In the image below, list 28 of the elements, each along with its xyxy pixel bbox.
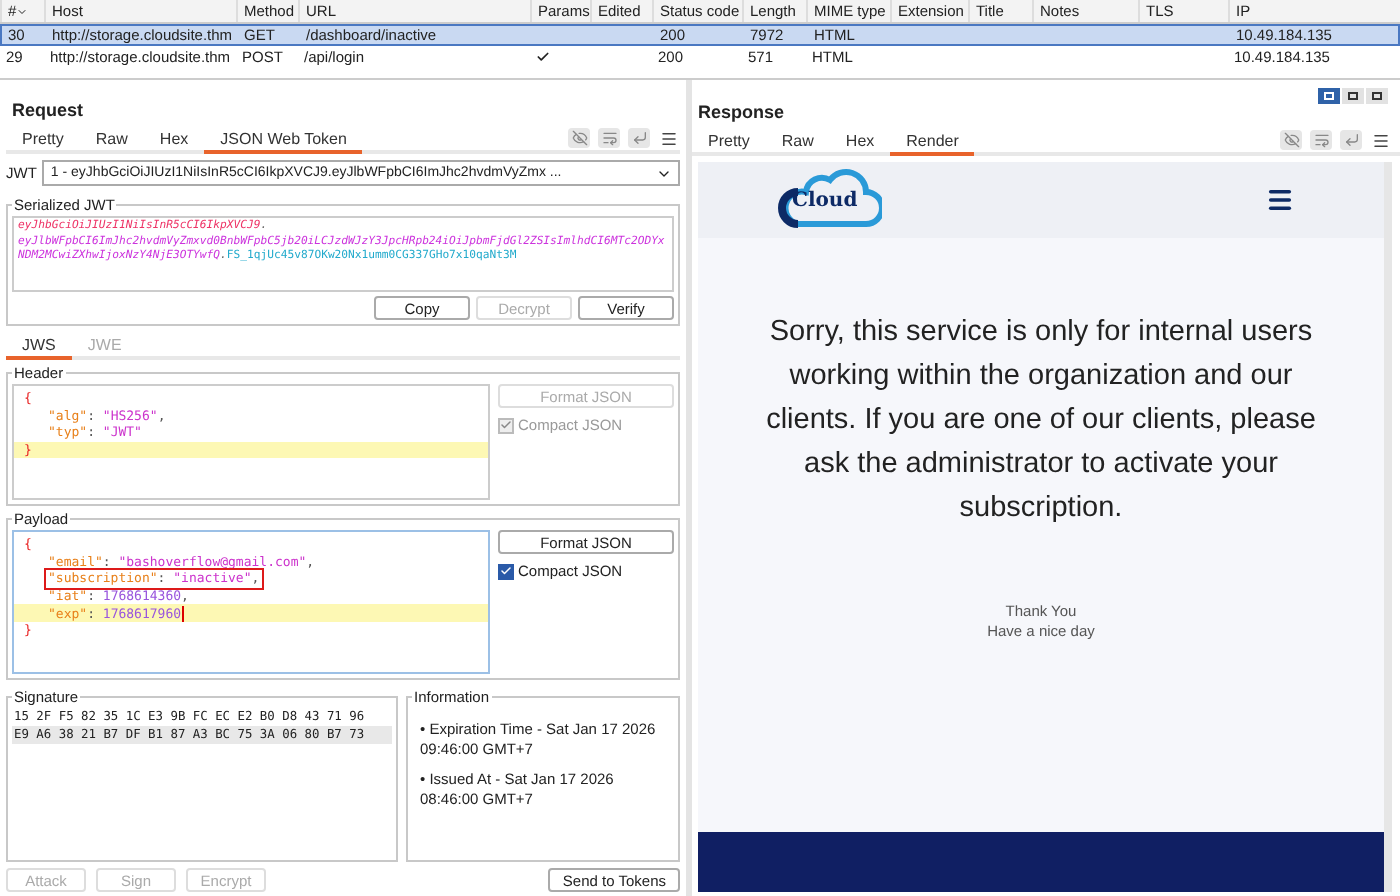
mode-tab[interactable]: JWS xyxy=(6,332,72,360)
newline-icon[interactable] xyxy=(628,128,650,148)
layout-toggle[interactable] xyxy=(1366,88,1388,104)
wrap-text-icon[interactable] xyxy=(1310,130,1332,150)
view-tab[interactable]: Pretty xyxy=(692,128,766,156)
view-tab[interactable]: Render xyxy=(890,128,975,156)
visibility-off-icon[interactable] xyxy=(1280,130,1302,150)
view-tab[interactable]: Raw xyxy=(765,128,830,156)
panel-title: Response xyxy=(696,102,787,126)
view-tab[interactable]: Raw xyxy=(79,126,144,154)
menu-icon[interactable] xyxy=(658,128,680,148)
check-icon xyxy=(500,564,512,578)
check-icon xyxy=(500,418,512,432)
layout-toggle[interactable] xyxy=(1318,88,1340,104)
menu-icon[interactable] xyxy=(1266,186,1294,214)
panel-title: Request xyxy=(10,98,86,124)
view-tab[interactable]: JSON Web Token xyxy=(204,126,363,154)
cloud-logo: Cloud xyxy=(778,168,882,232)
visibility-off-icon[interactable] xyxy=(568,128,590,148)
wrap-text-icon[interactable] xyxy=(598,128,620,148)
newline-icon[interactable] xyxy=(1340,130,1362,150)
view-tab[interactable]: Pretty xyxy=(6,126,80,154)
layout-toggle[interactable] xyxy=(1342,88,1364,104)
view-tab[interactable]: Hex xyxy=(143,126,205,154)
menu-icon[interactable] xyxy=(1370,130,1392,150)
sort-icon xyxy=(16,5,29,17)
view-tab[interactable]: Hex xyxy=(829,128,891,156)
message-text: Sorry, this service is only for internal users working within the organization and our clients. If you are one of our clients, please ask the administrator to activate your subscription. xyxy=(764,314,1318,528)
